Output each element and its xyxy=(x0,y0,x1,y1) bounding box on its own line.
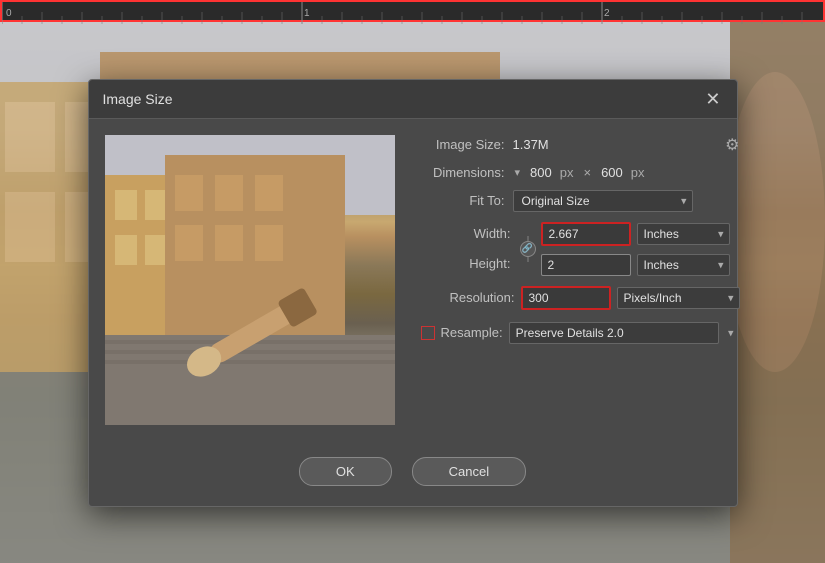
ruler: 0 1 xyxy=(0,0,825,22)
wh-inputs: Inches Pixels Centimeters Millimeters xyxy=(541,222,730,276)
height-input[interactable] xyxy=(541,254,631,276)
chain-connector: 🔗 xyxy=(515,222,541,276)
resample-checkbox[interactable] xyxy=(421,326,435,340)
image-size-value: 1.37M xyxy=(513,137,549,152)
chain-line-bottom xyxy=(527,257,529,262)
dimensions-unit-px2: px xyxy=(631,165,645,180)
width-input[interactable] xyxy=(541,222,631,246)
svg-text:2: 2 xyxy=(604,8,610,19)
preview-image xyxy=(105,135,395,425)
modal-body: Image Size: 1.37M ⚙ Dimensions: ▾ 800 px… xyxy=(89,119,737,441)
chain-link-icon: 🔗 xyxy=(520,241,536,257)
image-size-dialog: Image Size ✕ xyxy=(88,79,738,507)
resolution-input[interactable] xyxy=(521,286,611,310)
fit-to-label: Fit To: xyxy=(415,193,505,208)
fit-to-select[interactable]: Original Size Custom xyxy=(513,190,693,212)
fit-to-row: Fit To: Original Size Custom xyxy=(415,190,740,212)
svg-text:1: 1 xyxy=(304,8,310,19)
dimensions-dropdown-button[interactable]: ▾ xyxy=(513,166,523,179)
dimensions-label: Dimensions: xyxy=(415,165,505,180)
resample-row: Resample: Preserve Details 2.0 Automatic… xyxy=(415,322,740,344)
resolution-label: Resolution: xyxy=(415,290,515,305)
chain-line-top xyxy=(527,236,529,241)
dimensions-unit-px: px xyxy=(560,165,574,180)
wh-chain-section: Width: Height: 🔗 xyxy=(415,222,740,276)
height-unit-wrapper: Inches Pixels Centimeters Millimeters xyxy=(637,254,730,276)
dimensions-row: Dimensions: ▾ 800 px × 600 px xyxy=(415,165,740,180)
height-row: Height: xyxy=(469,256,510,271)
width-unit-wrapper: Inches Pixels Centimeters Millimeters xyxy=(637,223,730,245)
modal-header: Image Size ✕ xyxy=(89,80,737,119)
resolution-unit-select[interactable]: Pixels/Inch Pixels/Centimeter xyxy=(617,287,740,309)
height-input-row: Inches Pixels Centimeters Millimeters xyxy=(541,254,730,276)
modal-footer: OK Cancel xyxy=(89,441,737,506)
resample-select[interactable]: Preserve Details 2.0 Automatic Preserve … xyxy=(509,322,719,344)
right-panel: Image Size: 1.37M ⚙ Dimensions: ▾ 800 px… xyxy=(415,135,740,425)
close-button[interactable]: ✕ xyxy=(703,90,722,108)
width-label: Width: xyxy=(474,226,511,241)
width-input-row: Inches Pixels Centimeters Millimeters xyxy=(541,222,730,246)
chain-labels: Width: Height: xyxy=(415,222,515,276)
image-size-label: Image Size: xyxy=(415,137,505,152)
resample-label: Resample: xyxy=(441,325,503,340)
width-row: Width: xyxy=(474,226,511,241)
width-unit-select[interactable]: Inches Pixels Centimeters Millimeters xyxy=(637,223,730,245)
height-label: Height: xyxy=(469,256,510,271)
resolution-row: Resolution: Pixels/Inch Pixels/Centimete… xyxy=(415,286,740,310)
ok-button[interactable]: OK xyxy=(299,457,392,486)
height-unit-select[interactable]: Inches Pixels Centimeters Millimeters xyxy=(637,254,730,276)
modal-title: Image Size xyxy=(103,91,173,107)
fit-to-select-wrapper: Original Size Custom xyxy=(513,190,693,212)
gear-icon[interactable]: ⚙ xyxy=(725,135,739,155)
resample-select-wrapper: Preserve Details 2.0 Automatic Preserve … xyxy=(509,322,740,344)
svg-text:0: 0 xyxy=(6,8,12,19)
dimensions-width-value: 800 xyxy=(530,165,552,180)
resolution-unit-wrapper: Pixels/Inch Pixels/Centimeter xyxy=(617,287,740,309)
image-size-row: Image Size: 1.37M ⚙ xyxy=(415,135,740,155)
dimensions-height-value: 600 xyxy=(601,165,623,180)
modal-overlay: Image Size ✕ xyxy=(0,22,825,563)
dimensions-x: × xyxy=(583,165,591,180)
cancel-button[interactable]: Cancel xyxy=(412,457,526,486)
